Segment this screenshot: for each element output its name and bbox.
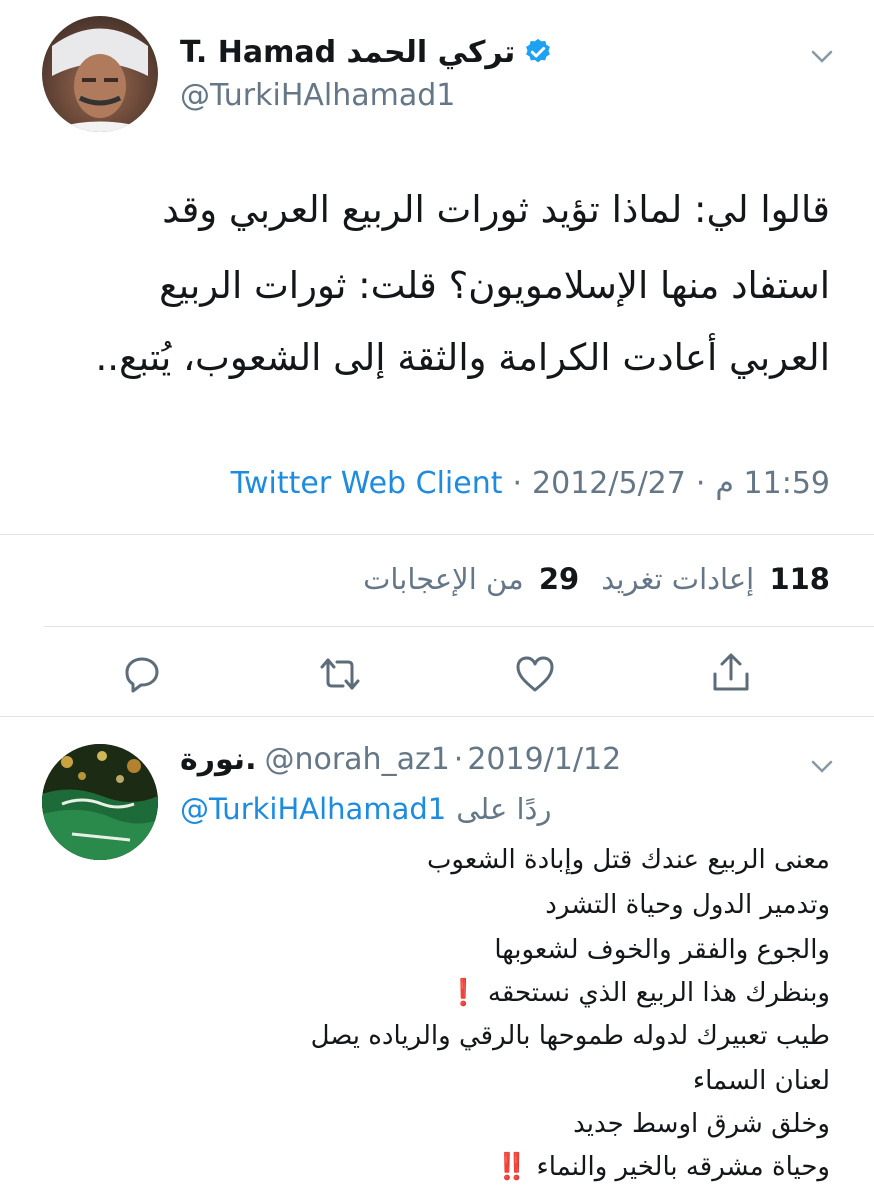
reply-text-line: وحياة مشرقه بالخير والنماء ‼️ [495, 1152, 830, 1182]
tweet-client-link[interactable]: Twitter Web Client [231, 466, 503, 501]
tweet-meta-row: Twitter Web Client · 2012/5/27 · 11:59 م [231, 466, 830, 501]
meta-separator: · [512, 466, 523, 501]
reply-text-line: معنى الربيع عندك قتل وإبادة الشعوب [426, 845, 830, 875]
chevron-down-icon[interactable] [810, 752, 834, 782]
retweet-icon[interactable] [318, 654, 362, 698]
author-display-name[interactable]: T. Hamad تركي الحمد [180, 35, 515, 70]
likes-label: من الإعجابات [363, 562, 524, 596]
tweet-date: 2012/5/27 [532, 466, 686, 501]
reply-author-name[interactable]: نورة. [180, 742, 256, 777]
chevron-down-icon[interactable] [810, 42, 834, 72]
reply-icon[interactable] [122, 654, 162, 698]
tweet-text-line: قالوا لي: لماذا تؤيد ثورات الربيع العربي… [162, 188, 830, 231]
retweets-count: 118 [769, 562, 830, 596]
retweets-label: إعادات تغريد [601, 562, 755, 596]
tweet-text-line: استفاد منها الإسلامويون؟ قلت: ثورات الرب… [159, 264, 830, 307]
replying-to-link[interactable]: @TurkiHAlhamad1 [180, 792, 446, 826]
replying-to-row: @TurkiHAlhamad1 ردًا على [180, 792, 551, 826]
reply-author-handle[interactable]: @norah_az1 [264, 742, 449, 777]
author-handle[interactable]: @TurkiHAlhamad1 [180, 78, 455, 113]
retweets-stat[interactable]: 118 إعادات تغريد [601, 562, 830, 596]
reply-text-line: وتدمير الدول وحياة التشرد [545, 890, 830, 920]
divider [44, 626, 874, 627]
heart-icon[interactable] [514, 654, 556, 698]
verified-badge-icon [523, 37, 553, 67]
author-avatar-image [42, 28, 158, 132]
share-icon[interactable] [710, 652, 752, 698]
reply-text-line: وخلق شرق اوسط جديد [573, 1109, 830, 1139]
tweet-text-line: العربي أعادت الكرامة والثقة إلى الشعوب، … [95, 336, 830, 379]
reply-text-line: لعنان السماء [692, 1066, 830, 1096]
tweet-stats-row: 118 إعادات تغريد 29 من الإعجابات [363, 562, 830, 596]
likes-stat[interactable]: 29 من الإعجابات [363, 562, 579, 596]
reply-author-avatar[interactable] [42, 744, 158, 860]
meta-separator: · [695, 466, 706, 501]
saudi-flag-avatar-image [42, 744, 158, 860]
divider [0, 534, 874, 535]
divider [0, 716, 874, 717]
tweet-time: 11:59 م [715, 466, 830, 501]
likes-count: 29 [538, 562, 580, 596]
replying-to-label: ردًا على [456, 792, 552, 826]
reply-text-line: والجوع والفقر والخوف لشعوبها [494, 935, 830, 965]
author-avatar[interactable] [42, 16, 158, 132]
reply-text-line: طيب تعبيرك لدوله طموحها بالرقي والرياده … [310, 1021, 830, 1051]
author-name-row: T. Hamad تركي الحمد [180, 30, 553, 74]
reply-date: 2019/1/12 [467, 742, 622, 777]
reply-text-line: وبنظرك هذا الربيع الذي نستحقه ❗️ [447, 978, 830, 1008]
reply-header-row: نورة. @norah_az1 · 2019/1/12 [180, 742, 621, 777]
meta-separator: · [453, 742, 464, 777]
